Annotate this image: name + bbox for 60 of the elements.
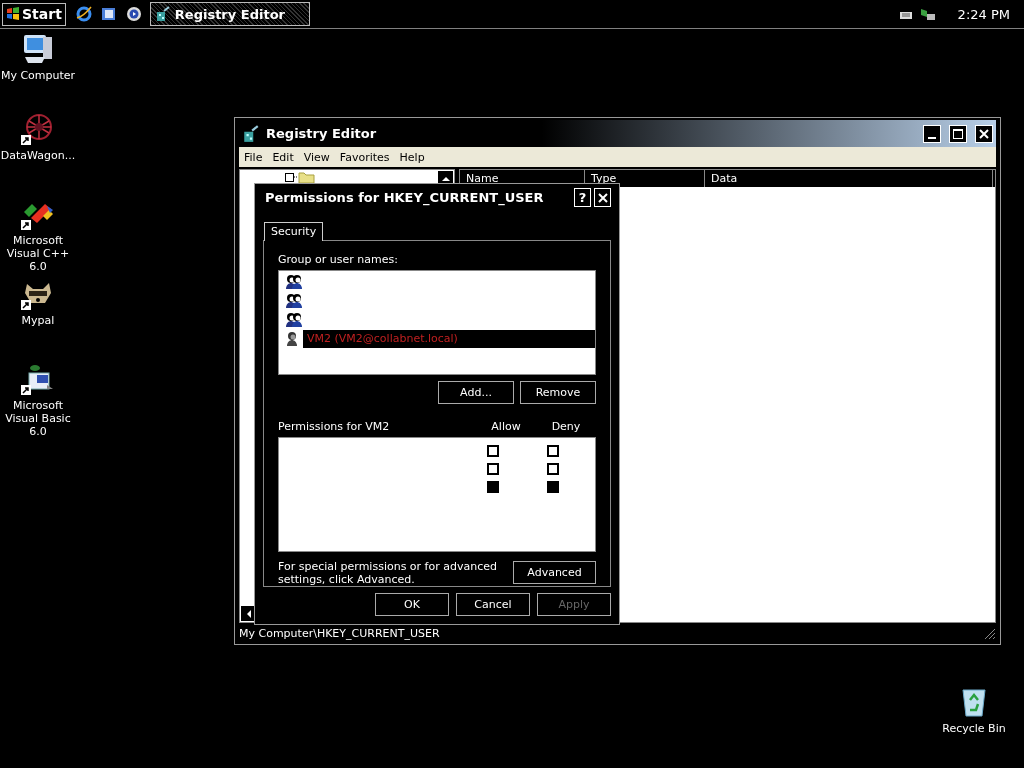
add-button[interactable]: Add... <box>438 380 514 404</box>
folder-icon[interactable] <box>285 170 315 184</box>
user-group-icon <box>285 292 303 309</box>
windows-flag-icon <box>6 7 20 21</box>
advanced-hint: For special permissions or for advanced settings, click Advanced. <box>278 559 498 586</box>
desktop-icon-label[interactable]: Mypal <box>21 314 55 327</box>
column-header[interactable]: Data <box>705 170 993 187</box>
close-icon <box>597 192 608 203</box>
group-label: Group or user names: <box>278 252 399 266</box>
user-group-icon <box>285 311 303 328</box>
checkbox[interactable] <box>487 462 499 475</box>
desktop-icon-label[interactable]: Microsoft Visual Basic 6.0 <box>0 399 78 438</box>
checkbox[interactable] <box>547 480 559 493</box>
browser-icon[interactable] <box>75 6 92 22</box>
window-title: Registry Editor <box>266 126 378 141</box>
permissions-label: Permissions for VM2 <box>278 419 391 433</box>
checkbox[interactable] <box>547 462 559 475</box>
tab[interactable]: Security <box>264 221 324 241</box>
column-label: Deny <box>550 419 582 433</box>
start-button[interactable]: Start <box>2 2 66 26</box>
desktop-icon-label[interactable]: My Computer <box>0 69 76 82</box>
resize-grip-icon <box>984 627 996 640</box>
checkbox[interactable] <box>487 444 499 457</box>
desktop-icon-label[interactable]: Microsoft Visual C++ 6.0 <box>0 234 78 273</box>
maximize-icon <box>953 128 963 139</box>
taskbar-button[interactable]: Registry Editor <box>149 2 310 26</box>
dialog-title: Permissions for HKEY_CURRENT_USER <box>264 190 545 206</box>
menu-item[interactable]: Favorites <box>334 150 395 164</box>
user-name: VM2 (VM2@collabnet.local) <box>306 330 459 347</box>
media-player-icon[interactable] <box>125 6 142 22</box>
checkbox[interactable] <box>487 480 499 493</box>
status-bar-text: My Computer\HKEY_CURRENT_USER <box>239 627 440 640</box>
checkbox[interactable] <box>547 444 559 457</box>
dialog-button[interactable]: Cancel <box>456 593 530 616</box>
registry-icon <box>242 124 260 143</box>
registry-icon <box>154 6 171 22</box>
menu-item[interactable]: File <box>239 150 268 164</box>
menu-item[interactable]: Edit <box>267 150 299 164</box>
clock: 2:24 PM <box>957 6 1010 22</box>
minimize-icon <box>928 136 936 139</box>
menu-item[interactable]: View <box>298 150 335 164</box>
user-group-icon <box>285 273 303 290</box>
close-button[interactable] <box>975 124 993 143</box>
keyboard-icon[interactable] <box>899 9 912 19</box>
dialog-button[interactable]: OK <box>375 593 449 616</box>
maximize-button[interactable] <box>949 124 967 143</box>
left-arrow-icon <box>246 609 251 618</box>
minimize-button[interactable] <box>923 124 941 143</box>
desktop-icon-label[interactable]: Recycle Bin <box>942 722 1006 735</box>
up-arrow-icon <box>441 176 450 181</box>
help-button[interactable]: ? <box>574 188 591 208</box>
menu-item[interactable]: Help <box>394 150 430 164</box>
column-label: Allow <box>490 419 522 433</box>
desktop-icon-label[interactable]: DataWagon... <box>0 149 76 162</box>
close-button[interactable] <box>594 188 611 208</box>
advanced-button[interactable]: Advanced <box>513 561 596 585</box>
remove-button[interactable]: Remove <box>520 380 596 404</box>
user-list-row[interactable]: VM2 (VM2@collabnet.local) <box>279 329 595 348</box>
close-icon <box>979 128 989 139</box>
network-icon[interactable] <box>919 6 936 22</box>
